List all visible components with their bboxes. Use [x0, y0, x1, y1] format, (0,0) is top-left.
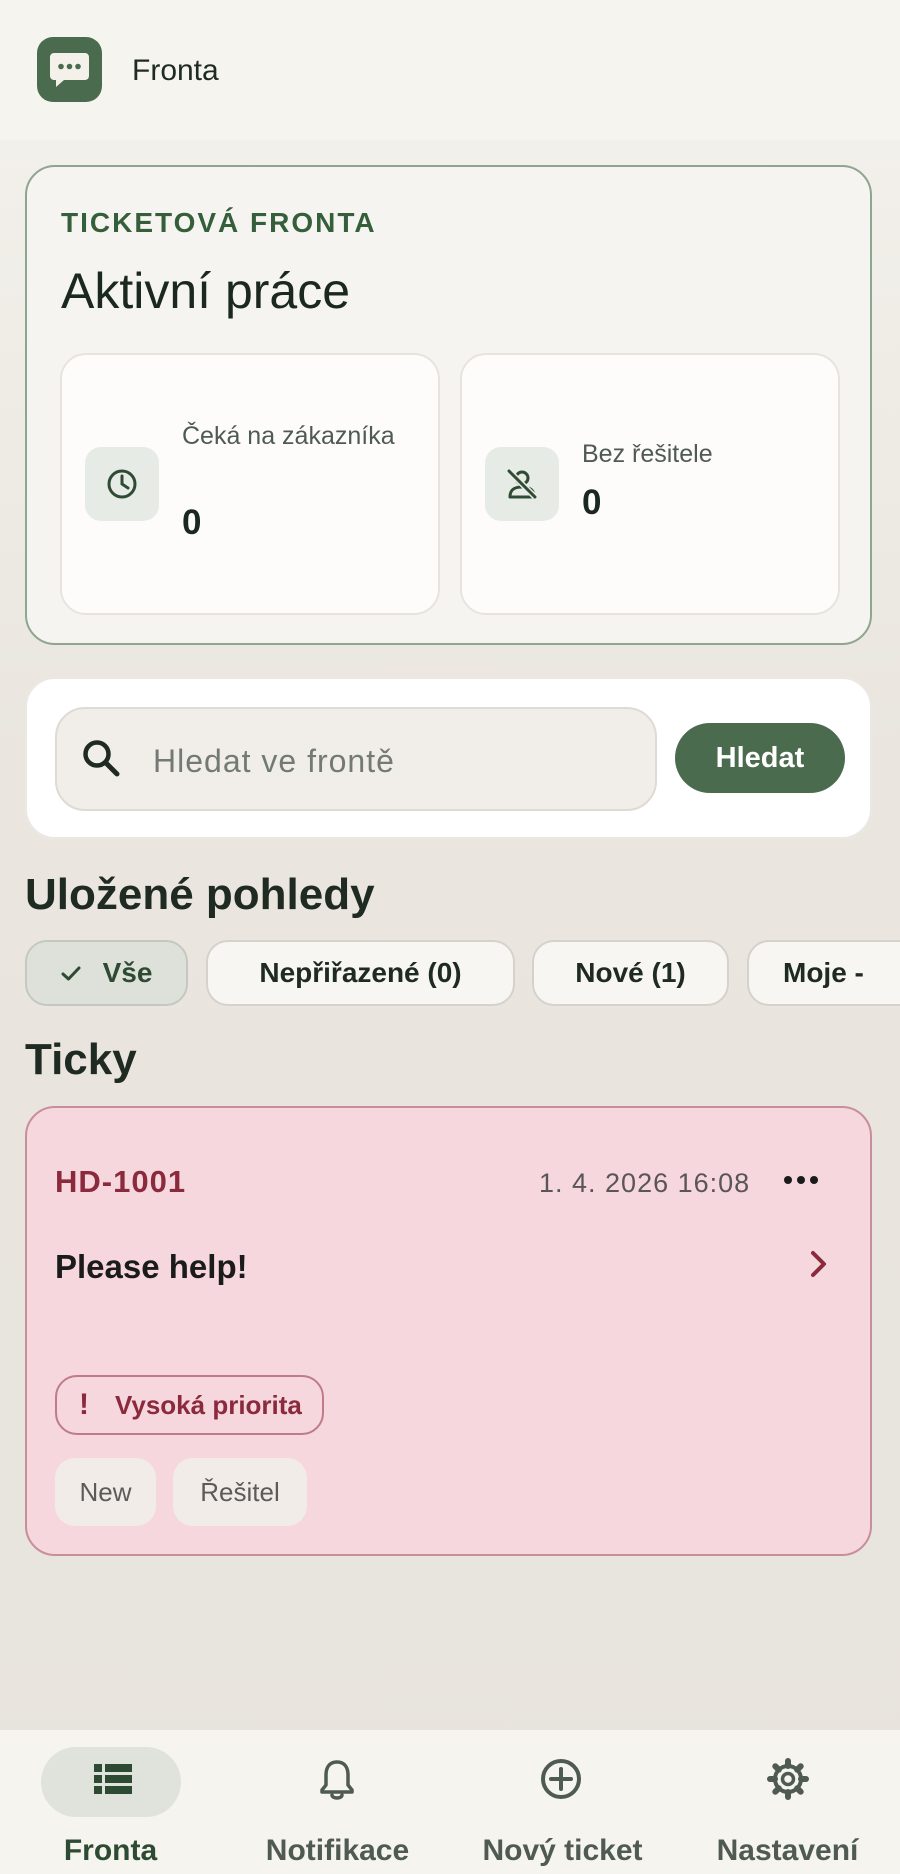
nav-label: Notifikace	[265, 1834, 410, 1867]
nav-item-nastaveni[interactable]: Nastavení	[675, 1730, 900, 1874]
stat-value: 0	[182, 503, 202, 542]
stat-label: Čeká na zákazníka	[182, 422, 395, 450]
nav-item-fronta[interactable]: Fronta	[0, 1730, 225, 1874]
priority-label: Vysoká priorita	[115, 1390, 302, 1420]
ticket-card[interactable]: HD-1001 1. 4. 2026 16:08 Please help! ! …	[25, 1106, 872, 1556]
saved-views-title: Uložené pohledy	[25, 870, 375, 919]
add-circle-icon	[538, 1756, 584, 1807]
ticket-id: HD-1001	[55, 1164, 187, 1199]
chip-label: Vše	[102, 957, 153, 988]
nav-label: Nový ticket	[482, 1834, 643, 1867]
ticket-date: 1. 4. 2026 16:08	[539, 1168, 751, 1198]
search-icon	[83, 740, 120, 777]
search-button[interactable]: Hledat	[675, 723, 845, 793]
stat-value: 0	[582, 483, 602, 522]
search-input[interactable]: Hledat ve frontě	[55, 707, 657, 811]
gear-icon	[765, 1756, 811, 1807]
status-tag: New	[55, 1458, 156, 1526]
chip-mine[interactable]: Moje -	[747, 940, 900, 1006]
search-card: Hledat ve frontě Hledat	[25, 677, 872, 839]
assignee-tag: Řešitel	[173, 1458, 307, 1526]
summary-eyebrow: TICKETOVÁ FRONTA	[61, 207, 377, 238]
stat-unassigned[interactable]: Bez řešitele 0	[460, 353, 840, 615]
bell-icon	[317, 1758, 357, 1807]
chip-all[interactable]: Vše	[25, 940, 188, 1006]
nav-item-notifikace[interactable]: Notifikace	[225, 1730, 450, 1874]
priority-alert-icon: !	[79, 1388, 89, 1421]
chat-bubble-icon	[37, 37, 102, 102]
summary-title: Aktivní práce	[61, 263, 351, 319]
nav-item-novy-ticket[interactable]: Nový ticket	[450, 1730, 675, 1874]
more-icon[interactable]	[782, 1168, 822, 1192]
check-icon	[61, 942, 81, 1004]
bottom-nav: Fronta Notifikace Nový ticket Nastavení	[0, 1730, 900, 1874]
summary-card: TICKETOVÁ FRONTA Aktivní práce Čeká na z…	[25, 165, 872, 645]
tickets-title: Ticky	[25, 1035, 137, 1084]
chevron-right-icon[interactable]	[807, 1248, 831, 1285]
stat-waiting-customer[interactable]: Čeká na zákazníka 0	[60, 353, 440, 615]
chip-new[interactable]: Nové (1)	[532, 940, 729, 1006]
clock-icon	[85, 447, 159, 521]
chip-unassigned[interactable]: Nepřiřazené (0)	[206, 940, 515, 1006]
stat-label: Bez řešitele	[582, 440, 713, 468]
person-off-icon	[485, 447, 559, 521]
saved-views-chips: Vše Nepřiřazené (0) Nové (1) Moje -	[25, 940, 900, 1006]
list-icon	[94, 1764, 132, 1799]
ticket-subject: Please help!	[55, 1248, 248, 1285]
search-placeholder: Hledat ve frontě	[153, 743, 395, 779]
priority-badge: ! Vysoká priorita	[55, 1375, 324, 1435]
nav-label: Nastavení	[716, 1834, 859, 1867]
app-title: Fronta	[132, 54, 219, 87]
app-bar: Fronta	[0, 0, 900, 140]
nav-label: Fronta	[63, 1834, 158, 1867]
